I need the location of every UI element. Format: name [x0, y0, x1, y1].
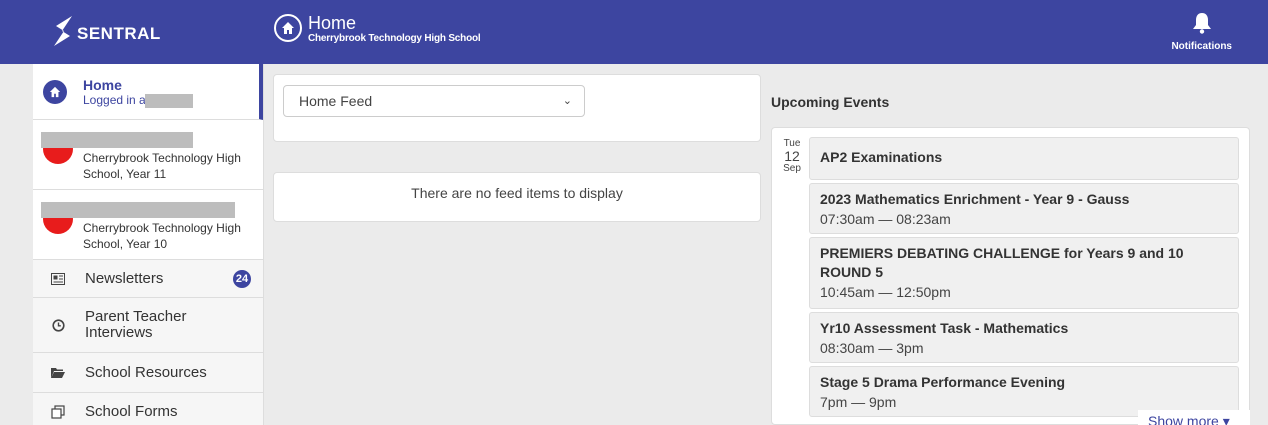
newspaper-icon [51, 272, 65, 286]
event-time: 08:30am — 3pm [820, 340, 924, 356]
event-title: Yr10 Assessment Task - Mathematics [820, 320, 1069, 336]
redacted-student-name [41, 202, 235, 218]
caret-down-icon: ▾ [1222, 413, 1230, 425]
student-school: Cherrybrook Technology High School, Year… [83, 221, 241, 251]
school-name: Cherrybrook Technology High School [308, 33, 481, 44]
folder-open-icon [51, 366, 65, 380]
event-title: AP2 Examinations [820, 149, 943, 165]
top-bar: SENTRAL Home Cherrybrook Technology High… [0, 0, 1268, 64]
sidebar-home-label: Home [83, 77, 122, 93]
sidebar-item-school-resources[interactable]: School Resources [33, 353, 263, 393]
student-school: Cherrybrook Technology High School, Year… [83, 151, 241, 181]
event-item[interactable]: AP2 Examinations [809, 137, 1239, 180]
sidebar-item-label: Parent Teacher Interviews [85, 308, 187, 341]
home-icon[interactable] [274, 14, 302, 42]
sidebar-item-newsletters[interactable]: Newsletters 24 [33, 260, 263, 298]
sidebar: Home Logged in as Cherrybrook Technology… [33, 64, 264, 425]
event-time: 7pm — 9pm [820, 394, 897, 410]
show-more-label: Show more [1148, 413, 1219, 425]
redacted-student-name [41, 132, 193, 148]
sidebar-item-label: Newsletters [85, 270, 164, 287]
event-time: 10:45am — 12:50pm [820, 284, 951, 300]
feed-empty-card: There are no feed items to display [273, 172, 761, 222]
bell-icon [1192, 13, 1211, 34]
student-card[interactable]: Cherrybrook Technology High School, Year… [33, 190, 263, 260]
logged-in-text: Logged in as [83, 93, 194, 108]
event-item[interactable]: 2023 Mathematics Enrichment - Year 9 - G… [809, 183, 1239, 234]
sidebar-item-label: School Forms [85, 403, 178, 420]
event-title: PREMIERS DEBATING CHALLENGE for Years 9 … [820, 245, 1184, 280]
sidebar-item-home[interactable]: Home Logged in as [33, 64, 263, 120]
redacted-username [145, 93, 194, 108]
feed-filter-card: Home Feed ⌄ [273, 74, 761, 142]
chevron-down-icon: ⌄ [562, 95, 572, 107]
sentral-logo[interactable]: SENTRAL [52, 14, 161, 48]
page-title: Home [308, 13, 357, 33]
brand-name: SENTRAL [77, 24, 161, 43]
event-title: Stage 5 Drama Performance Evening [820, 374, 1066, 390]
events-panel: Tue 12 Sep AP2 Examinations 2023 Mathema… [771, 127, 1250, 425]
sidebar-item-label: School Resources [85, 364, 207, 381]
newsletter-count-badge: 24 [233, 270, 251, 288]
event-title: 2023 Mathematics Enrichment - Year 9 - G… [820, 191, 1130, 207]
event-item[interactable]: PREMIERS DEBATING CHALLENGE for Years 9 … [809, 237, 1239, 309]
event-day: 12 [784, 148, 800, 164]
sidebar-item-school-forms[interactable]: School Forms [33, 393, 263, 425]
event-item[interactable]: Yr10 Assessment Task - Mathematics 08:30… [809, 312, 1239, 363]
upcoming-events-heading: Upcoming Events [771, 94, 890, 110]
event-date: Tue 12 Sep [780, 138, 804, 174]
show-more-link[interactable]: Show more ▾ [1138, 410, 1250, 425]
forms-icon [51, 404, 65, 419]
feed-select-value: Home Feed [299, 93, 373, 109]
student-card[interactable]: Cherrybrook Technology High School, Year… [33, 120, 263, 190]
home-icon [43, 80, 67, 104]
sentral-logo-icon [54, 16, 72, 46]
empty-feed-message: There are no feed items to display [411, 185, 623, 201]
page-heading: Home Cherrybrook Technology High School [274, 13, 481, 44]
event-time: 07:30am — 08:23am [820, 211, 951, 227]
sidebar-item-parent-teacher-interviews[interactable]: Parent Teacher Interviews [33, 298, 263, 353]
notifications-button[interactable]: Notifications [1171, 12, 1232, 52]
feed-select[interactable]: Home Feed ⌄ [283, 85, 585, 117]
clock-icon [51, 318, 65, 332]
notifications-label: Notifications [1171, 41, 1232, 52]
event-month: Sep [783, 163, 801, 174]
